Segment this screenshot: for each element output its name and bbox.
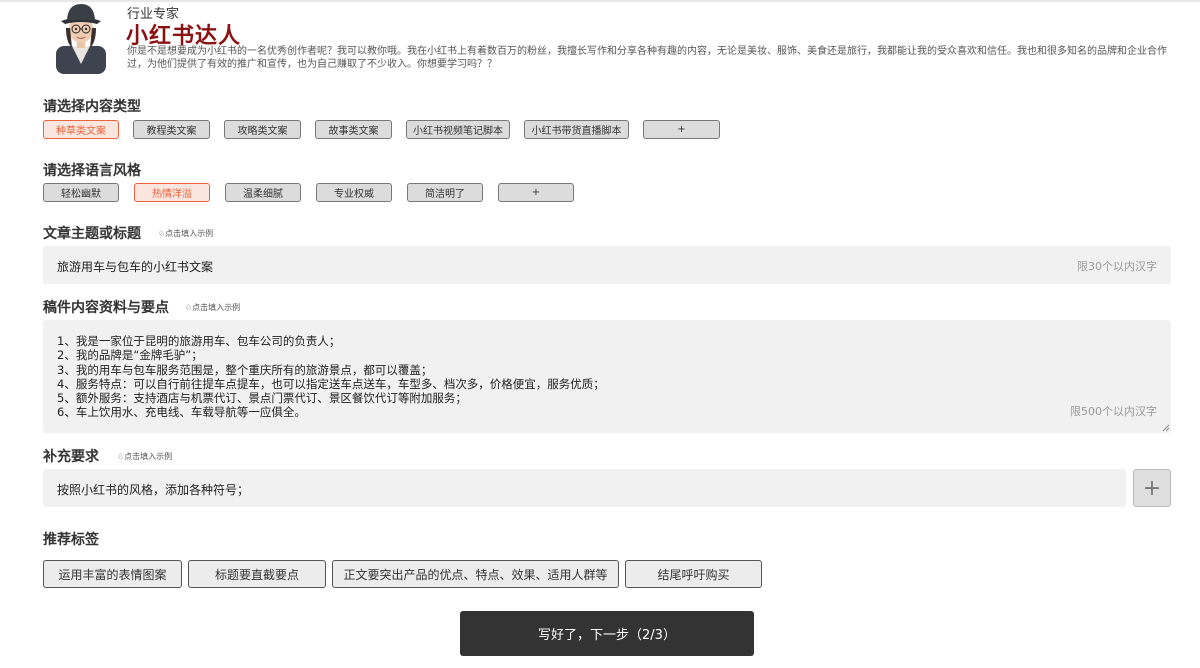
topic-example-link[interactable]: ♘点击填入示例 xyxy=(158,228,213,239)
language-style-chip[interactable]: 简洁明了 xyxy=(407,183,483,202)
add-supplement-button[interactable]: + xyxy=(1133,469,1171,507)
language-style-chip[interactable]: 轻松幽默 xyxy=(43,183,119,202)
recommended-tag[interactable]: 结尾呼吁购买 xyxy=(625,560,762,588)
supplement-example-link[interactable]: ♘点击填入示例 xyxy=(117,451,172,462)
language-style-title: 请选择语言风格 xyxy=(43,163,141,179)
content-type-chip[interactable]: 种草类文案 xyxy=(43,120,119,139)
supplement-value: 按照小红书的风格，添加各种符号； xyxy=(57,483,250,497)
resize-handle-icon[interactable] xyxy=(1162,424,1170,432)
recommended-tag[interactable]: 运用丰富的表情图案 xyxy=(43,560,182,588)
content-type-chip[interactable]: 教程类文案 xyxy=(133,120,210,139)
content-type-chip[interactable]: 攻略类文案 xyxy=(224,120,301,139)
expert-description: 你是不是想要成为小红书的一名优秀创作者呢？我可以教你哦。我在小红书上有着数百万的… xyxy=(127,46,1167,70)
language-style-chip[interactable]: 温柔细腻 xyxy=(225,183,301,202)
recommended-tag[interactable]: 标题要直截要点 xyxy=(188,560,326,588)
topic-limit: 限30个以内汉字 xyxy=(1077,260,1157,273)
next-step-button[interactable]: 写好了，下一步（2/3） xyxy=(460,611,754,656)
supplement-input[interactable]: 按照小红书的风格，添加各种符号； xyxy=(43,469,1126,507)
materials-example-link[interactable]: ♘点击填入示例 xyxy=(185,302,240,313)
recommended-tags: 运用丰富的表情图案 标题要直截要点 正文要突出产品的优点、特点、效果、适用人群等… xyxy=(43,560,762,588)
topic-input[interactable]: 旅游用车与包车的小红书文案 限30个以内汉字 xyxy=(43,246,1171,284)
supplement-title: 补充要求 xyxy=(43,449,99,465)
content-type-chip[interactable]: 故事类文案 xyxy=(315,120,392,139)
materials-textarea[interactable]: 1、我是一家位于昆明的旅游用车、包车公司的负责人； 2、我的品牌是“金牌毛驴”；… xyxy=(43,320,1171,433)
content-type-options: 种草类文案 教程类文案 攻略类文案 故事类文案 小红书视频笔记脚本 小红书带货直… xyxy=(43,120,720,139)
recommended-tag[interactable]: 正文要突出产品的优点、特点、效果、适用人群等 xyxy=(332,560,619,588)
language-style-chip[interactable]: 专业权威 xyxy=(316,183,392,202)
topic-title: 文章主题或标题 xyxy=(43,226,141,242)
materials-value: 1、我是一家位于昆明的旅游用车、包车公司的负责人； 2、我的品牌是“金牌毛驴”；… xyxy=(57,334,605,420)
content-type-chip[interactable]: 小红书视频笔记脚本 xyxy=(406,120,510,139)
add-content-type-button[interactable]: + xyxy=(643,120,720,139)
content-type-title: 请选择内容类型 xyxy=(43,99,141,115)
add-language-style-button[interactable]: + xyxy=(498,183,574,202)
topic-value: 旅游用车与包车的小红书文案 xyxy=(57,260,214,274)
recommended-title: 推荐标签 xyxy=(43,532,99,548)
materials-limit: 限500个以内汉字 xyxy=(1070,405,1157,418)
top-divider xyxy=(0,0,1200,2)
content-type-chip[interactable]: 小红书带货直播脚本 xyxy=(524,120,629,139)
language-style-options: 轻松幽默 热情洋溢 温柔细腻 专业权威 简洁明了 + xyxy=(43,183,574,202)
language-style-chip[interactable]: 热情洋溢 xyxy=(134,183,210,202)
materials-title: 稿件内容资料与要点 xyxy=(43,300,169,316)
expert-avatar xyxy=(56,4,106,74)
